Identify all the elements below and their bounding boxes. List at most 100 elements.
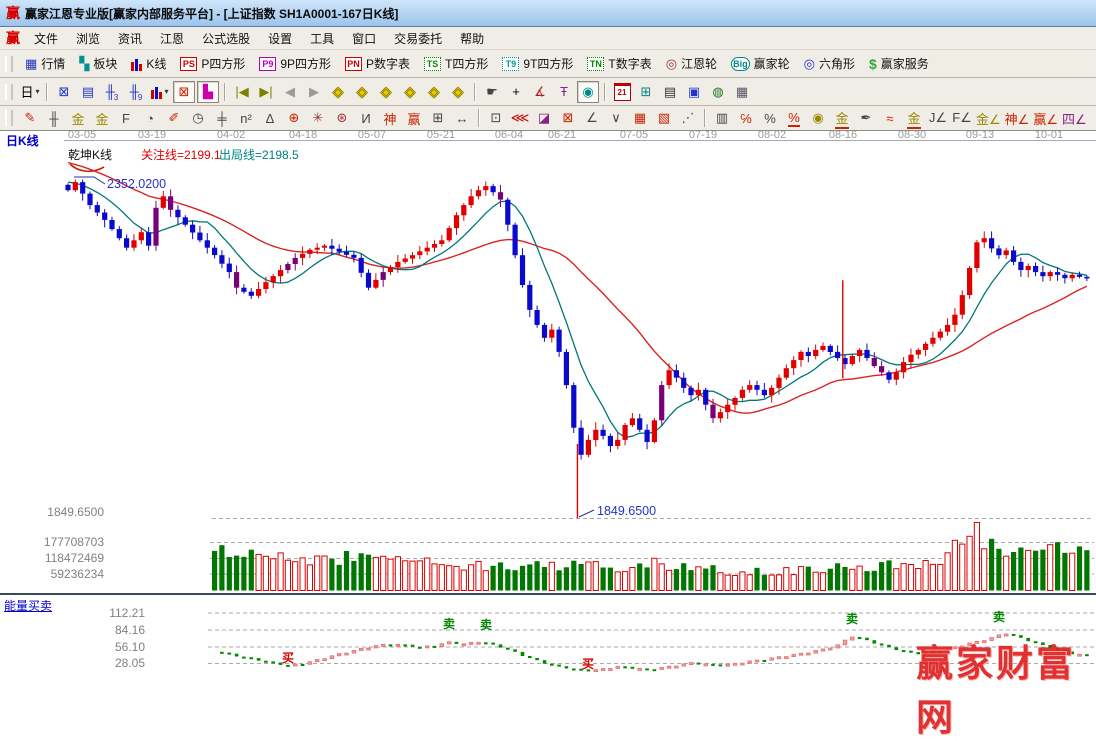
draw-red-pen-button[interactable]: ✐ [163,107,185,129]
draw-percent-line-button[interactable]: % [783,107,805,129]
signal-sell-2: 卖 [480,616,492,633]
toolbar-hexagon-button[interactable]: ◎六角形 [804,55,855,72]
draw-price-table-button[interactable]: ▥ [711,107,733,129]
tool-first-page-button[interactable]: |◀ [231,81,253,103]
draw-spiral-button[interactable]: ◔ [139,107,161,129]
menu-item-7[interactable]: 窗口 [343,28,385,49]
draw-gold-angle-button[interactable]: 金∠ [975,107,1002,129]
tool-info-list-button[interactable]: ▤ [77,81,99,103]
toolbar-winner-service-button[interactable]: $赢家服务 [869,55,929,72]
tool-v-expand-button[interactable]: ◈ [423,81,445,103]
signal-sell-4: 卖 [846,610,858,627]
tool-v-compress-button[interactable]: ◈ [447,81,469,103]
menu-item-0[interactable]: 文件 [25,28,67,49]
tool-next-page-button[interactable]: ▶ [303,81,325,103]
toolbar-9t-square-button[interactable]: T99T四方形 [502,55,573,72]
menu-item-8[interactable]: 交易委托 [385,28,451,49]
tool-histogram-view-button[interactable]: ▙ [197,81,219,103]
toolbar-quotes-button[interactable]: ▦行情 [25,55,65,72]
tool-net-export-button[interactable]: ◍ [707,81,729,103]
tool-pan-right-button[interactable]: ◈ [351,81,373,103]
tool-calculator-button[interactable]: ⊞ [635,81,657,103]
draw-angle-lines-button[interactable]: ∠ [581,107,603,129]
tool-period-day-button[interactable]: 日▾ [19,81,41,103]
draw-grid-line-button[interactable]: ╫ [43,107,65,129]
draw-gann-compass-button[interactable]: ⊕ [283,107,305,129]
menu-item-5[interactable]: 设置 [259,28,301,49]
draw-win-tool-button[interactable]: 赢 [403,107,425,129]
draw-fan-box-red-button[interactable]: ⊠ [557,107,579,129]
draw-fib-grid-button[interactable]: F [115,107,137,129]
toolbar-gann-wheel-button[interactable]: ◎江恩轮 [666,55,717,72]
draw-width-tool-button[interactable]: ↔ [451,107,473,129]
draw-percent-button[interactable]: % [759,107,781,129]
draw-mirror-button[interactable]: ∆ [259,107,281,129]
tool-h-expand-button[interactable]: ◈ [375,81,397,103]
draw-shen-angle-button[interactable]: 神∠ [1004,107,1031,129]
draw-j-angle-button[interactable]: J∠ [927,107,949,129]
toolbar-winner-wheel-button[interactable]: Big赢家轮 [731,55,790,72]
draw-percent-tri-button[interactable]: ℅ [735,107,757,129]
title-bar[interactable]: 赢 赢家江恩专业版[赢家内部服务平台] - [上证指数 SH1A0001-167… [0,0,1096,27]
tool-candle-style-button[interactable]: ▾ [149,81,171,103]
draw-fan-box-button[interactable]: ◪ [533,107,555,129]
tool-calendar-21-button[interactable]: 21 [611,81,633,103]
toolbar-t-square-button[interactable]: TST四方形 [424,55,488,72]
tool-hand-tool-button[interactable]: ☛ [481,81,503,103]
tool-prev-page-button[interactable]: ◀ [279,81,301,103]
draw-gold-circle-button[interactable]: ◉ [807,107,829,129]
toolbar-9p-square-button[interactable]: P99P四方形 [259,55,331,72]
menu-item-9[interactable]: 帮助 [451,28,493,49]
draw-grid-123-button[interactable]: ⊞ [427,107,449,129]
menu-item-2[interactable]: 资讯 [109,28,151,49]
draw-red-grid-button[interactable]: ▦ [629,107,651,129]
toolbar-blocks-button[interactable]: ▚板块 [79,55,117,72]
tool-pattern-view-button[interactable]: ⊠ [53,81,75,103]
toolbar-t-number-table-button[interactable]: TNT数字表 [587,55,651,72]
draw-v-lines-button[interactable]: ∨ [605,107,627,129]
tool-qiankun-pattern-button[interactable]: ⊠ [173,81,195,103]
draw-gold-levels-button[interactable]: 金 [831,107,853,129]
menu-item-3[interactable]: 江恩 [151,28,193,49]
tool-bars-9-button[interactable]: ╫9 [125,81,147,103]
draw-star-grid-button[interactable]: ✳ [307,107,329,129]
fan-box-red-icon: ⊠ [563,110,574,126]
tool-notes-button[interactable]: ▤ [659,81,681,103]
menu-item-1[interactable]: 浏览 [67,28,109,49]
toolbar-kline-button[interactable]: K线 [131,55,166,72]
tool-analysis-tool-button[interactable]: ◉ [577,81,599,103]
draw-n-square-button[interactable]: n² [235,107,257,129]
draw-win-angle-button[interactable]: 赢∠ [1032,107,1059,129]
tool-system-button[interactable]: ▦ [731,81,753,103]
draw-gold-underline-button[interactable]: 金 [903,107,925,129]
toolbar-p-square-button[interactable]: PSP四方形 [180,55,245,72]
toolbar-p-number-table-button[interactable]: PNP数字表 [345,55,410,72]
draw-wave-tool-button[interactable]: ≈ [879,107,901,129]
tool-crosshair-tool-button[interactable]: + [505,81,527,103]
blocks-label: 板块 [93,55,117,72]
draw-parallel-lines-button[interactable]: ⋰ [677,107,699,129]
draw-ruler-grid-button[interactable]: ╪ [211,107,233,129]
tool-measure-tool-button[interactable]: ∡ [529,81,551,103]
menu-item-4[interactable]: 公式选股 [193,28,259,49]
draw-n-wave-button[interactable]: И [355,107,377,129]
tool-save-button[interactable]: ▣ [683,81,705,103]
draw-pen-button[interactable]: ✎ [19,107,41,129]
tool-pan-left-button[interactable]: ◈ [327,81,349,103]
draw-gold-grid-2-button[interactable]: 金 [91,107,113,129]
draw-four-angle-button[interactable]: 四∠ [1061,107,1088,129]
tool-last-page-button[interactable]: ▶| [255,81,277,103]
draw-shen-tool-button[interactable]: 神 [379,107,401,129]
menu-item-6[interactable]: 工具 [301,28,343,49]
tool-bars-3-button[interactable]: ╫3 [101,81,123,103]
draw-fan-lines-button[interactable]: ⋘ [509,107,531,129]
draw-web-grid-button[interactable]: ⊛ [331,107,353,129]
draw-f-angle-button[interactable]: F∠ [951,107,973,129]
draw-time-cycle-button[interactable]: ◷ [187,107,209,129]
draw-box-tool-button[interactable]: ⊡ [485,107,507,129]
draw-gold-grid-1-button[interactable]: 金 [67,107,89,129]
draw-marker-pen-button[interactable]: ✒ [855,107,877,129]
tool-gann-t-tool-button[interactable]: Ŧ [553,81,575,103]
tool-h-compress-button[interactable]: ◈ [399,81,421,103]
draw-red-grid-arrow-button[interactable]: ▧ [653,107,675,129]
